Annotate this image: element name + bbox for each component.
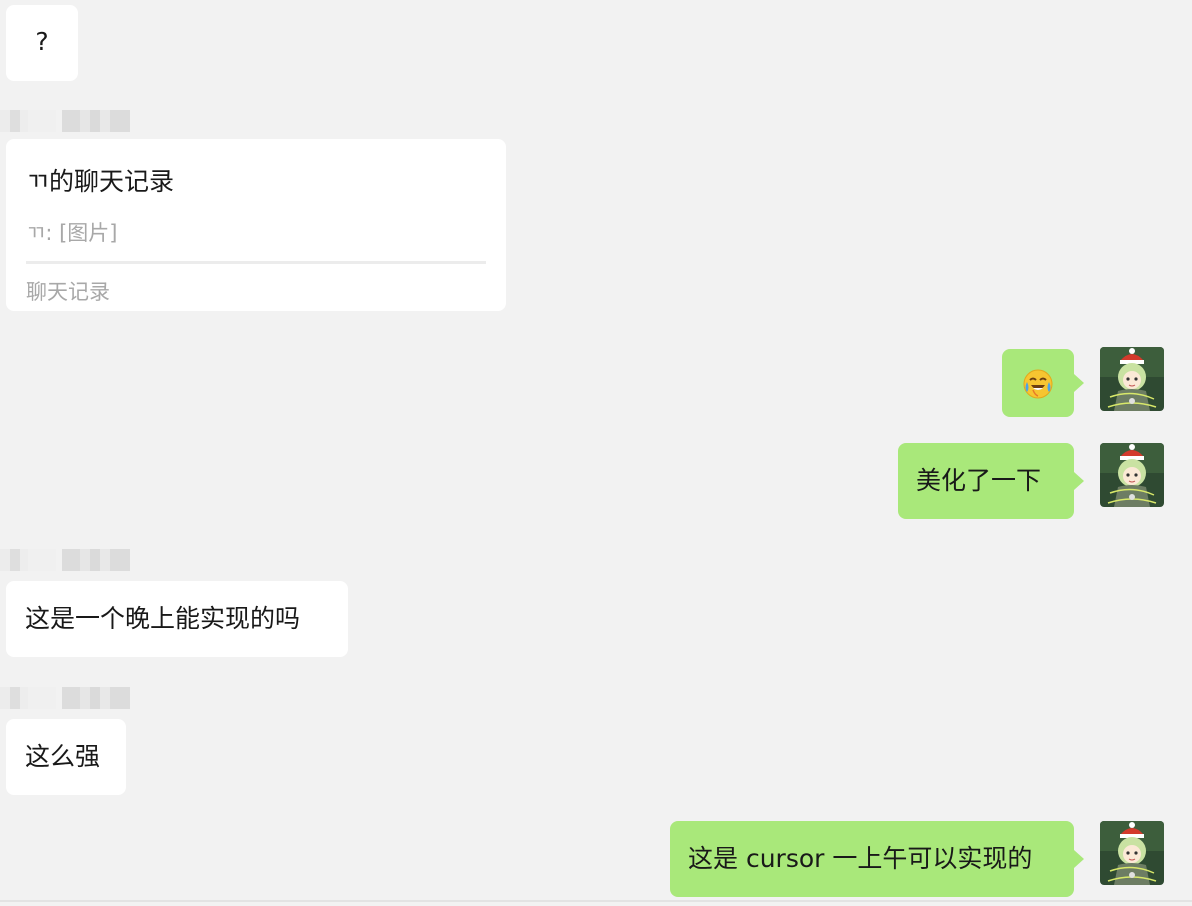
message-text: ? bbox=[35, 27, 49, 56]
message-bubble-incoming[interactable]: ? bbox=[6, 5, 78, 81]
sender-name-blurred bbox=[0, 687, 130, 709]
card-title: ㄲ的聊天记录 bbox=[26, 167, 175, 196]
card-footer-label: 聊天记录 bbox=[26, 280, 110, 304]
message-bubble-outgoing[interactable] bbox=[1002, 349, 1084, 417]
message-bubble-outgoing[interactable]: 美化了一下 bbox=[898, 443, 1084, 519]
message-text: 这是一个晚上能实现的吗 bbox=[25, 604, 301, 633]
input-divider bbox=[0, 900, 1192, 902]
message-bubble-outgoing[interactable]: 这是 cursor 一上午可以实现的 bbox=[670, 821, 1084, 897]
message-text: 美化了一下 bbox=[916, 466, 1042, 495]
chat-history-card[interactable]: ㄲ的聊天记录 ㄲ: [图片] 聊天记录 bbox=[6, 139, 506, 311]
crying-laughing-emoji-icon bbox=[1023, 369, 1053, 399]
sender-name-blurred bbox=[0, 110, 130, 132]
message-bubble-incoming[interactable]: 这是一个晚上能实现的吗 bbox=[6, 581, 348, 657]
christmas-anime-avatar-icon[interactable] bbox=[1100, 443, 1164, 507]
card-preview: ㄲ: [图片] bbox=[26, 221, 118, 245]
message-text: 这么强 bbox=[25, 742, 101, 771]
christmas-anime-avatar-icon[interactable] bbox=[1100, 821, 1164, 885]
message-bubble-incoming[interactable]: 这么强 bbox=[6, 719, 126, 795]
chat-view: ? ㄲ的聊天记录 ㄲ: [图片] 聊天记录 美化了一下 这是一个晚上能实现的吗 … bbox=[0, 0, 1192, 906]
message-text: 这是 cursor 一上午可以实现的 bbox=[688, 844, 1033, 873]
card-divider bbox=[26, 261, 486, 264]
sender-name-blurred bbox=[0, 549, 130, 571]
christmas-anime-avatar-icon[interactable] bbox=[1100, 347, 1164, 411]
